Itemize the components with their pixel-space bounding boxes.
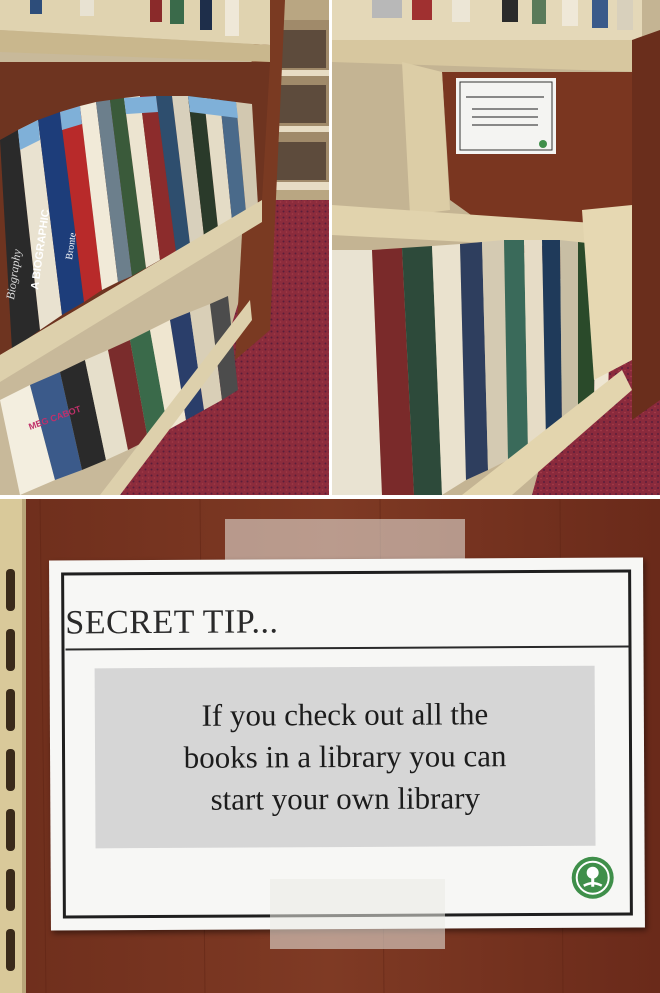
sign-title: SECRET TIP...: [65, 603, 279, 642]
bookshelf-illustration-right: [332, 0, 660, 495]
sign-message: If you check out all the books in a libr…: [183, 696, 507, 817]
tape-bottom: [270, 879, 445, 949]
sign-message-box: If you check out all the books in a libr…: [94, 665, 596, 849]
bookshelf-illustration-left: A BIOGRAPHIC Biography Bronte MEG CABOT: [0, 0, 329, 495]
library-tree-icon: [571, 856, 614, 899]
sign-closeup-photo: SECRET TIP... If you check out all the b…: [0, 499, 660, 993]
bookshelf-photo-right: [332, 0, 660, 495]
secret-tip-sign: SECRET TIP... If you check out all the b…: [49, 557, 645, 931]
bookshelf-photo-left: A BIOGRAPHIC Biography Bronte MEG CABOT: [0, 0, 329, 495]
